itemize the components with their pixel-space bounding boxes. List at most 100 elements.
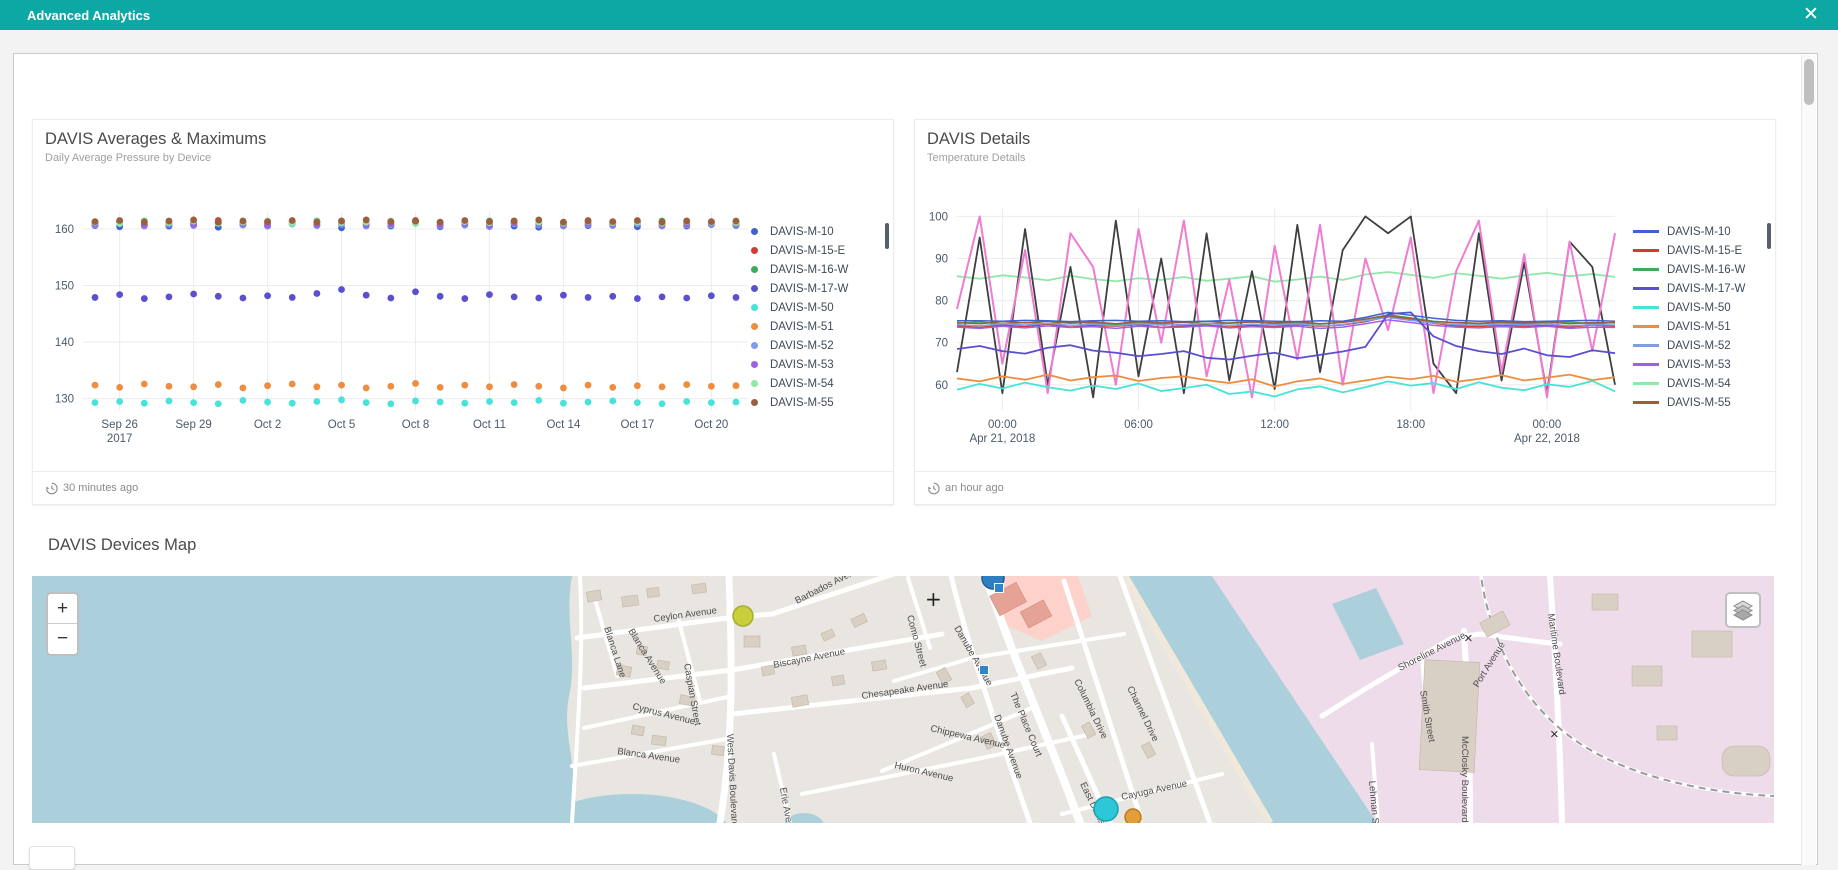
zoom-out-button[interactable]: − (48, 624, 77, 654)
svg-text:150: 150 (55, 281, 74, 293)
legend-swatch (1633, 306, 1659, 309)
device-marker-blue-square-1[interactable] (995, 584, 1004, 593)
legend-swatch (1633, 325, 1659, 328)
legend-swatch (751, 228, 758, 235)
averages-legend: DAVIS-M-10 DAVIS-M-15-E DAVIS-M-16-W DAVIS-… (751, 222, 879, 412)
legend-label: DAVIS-M-15-E (770, 245, 845, 257)
legend-label: DAVIS-M-53 (770, 359, 834, 371)
legend-item-DAVIS-M-54[interactable]: DAVIS-M-54 (1633, 374, 1761, 393)
legend-swatch (751, 323, 758, 330)
legend-item-DAVIS-M-50[interactable]: DAVIS-M-50 (751, 298, 879, 317)
legend-swatch (751, 285, 758, 292)
legend-item-DAVIS-M-50[interactable]: DAVIS-M-50 (1633, 298, 1761, 317)
details-legend: DAVIS-M-10 DAVIS-M-15-E DAVIS-M-16-W DAVIS-… (1633, 222, 1761, 412)
svg-text:60: 60 (935, 380, 948, 392)
legend-label: DAVIS-M-50 (770, 302, 834, 314)
church-cross-symbol: + (925, 587, 942, 611)
legend-label: DAVIS-M-51 (770, 321, 834, 333)
legend-scrollbar[interactable] (1767, 223, 1771, 249)
legend-label: DAVIS-M-52 (1667, 340, 1731, 352)
card-averages-footer: 30 minutes ago (33, 471, 893, 504)
svg-text:18:00: 18:00 (1396, 419, 1425, 431)
legend-label: DAVIS-M-52 (770, 340, 834, 352)
devices-map[interactable]: + × × Blanca LaneBlanca AvenueCeylon Ave… (32, 576, 1774, 823)
card-details-footer: an hour ago (915, 471, 1775, 504)
close-icon[interactable]: ✕ (1798, 2, 1824, 28)
partial-element (29, 846, 75, 870)
legend-item-DAVIS-M-10[interactable]: DAVIS-M-10 (751, 222, 879, 241)
legend-swatch (1633, 230, 1659, 233)
details-chart[interactable]: 6070809010000:00Apr 21, 201806:0012:0018… (915, 178, 1655, 470)
legend-label: DAVIS-M-51 (1667, 321, 1731, 333)
legend-swatch (1633, 401, 1659, 404)
svg-text:90: 90 (935, 254, 948, 266)
legend-swatch (751, 304, 758, 311)
svg-text:130: 130 (55, 394, 74, 406)
legend-item-DAVIS-M-15-E[interactable]: DAVIS-M-15-E (1633, 241, 1761, 260)
history-clock-icon (45, 482, 58, 495)
averages-updated: 30 minutes ago (63, 482, 138, 494)
svg-text:12:00: 12:00 (1260, 419, 1289, 431)
legend-label: DAVIS-M-16-W (1667, 264, 1745, 276)
legend-item-DAVIS-M-53[interactable]: DAVIS-M-53 (751, 355, 879, 374)
card-averages-title: DAVIS Averages & Maximums (45, 130, 266, 149)
svg-text:140: 140 (55, 337, 74, 349)
svg-text:Sep 26: Sep 26 (101, 419, 137, 431)
svg-text:70: 70 (935, 338, 948, 350)
zoom-in-button[interactable]: + (48, 594, 77, 624)
legend-item-DAVIS-M-52[interactable]: DAVIS-M-52 (1633, 336, 1761, 355)
legend-label: DAVIS-M-15-E (1667, 245, 1742, 257)
svg-text:Apr 21, 2018: Apr 21, 2018 (969, 433, 1035, 445)
card-details: DAVIS Details Temperature Details 607080… (914, 119, 1776, 505)
legend-swatch (1633, 344, 1659, 347)
legend-swatch (751, 380, 758, 387)
legend-item-DAVIS-M-55[interactable]: DAVIS-M-55 (751, 393, 879, 412)
legend-scrollbar[interactable] (885, 223, 889, 249)
device-marker-blue-square-2[interactable] (980, 666, 989, 675)
legend-swatch (751, 399, 758, 406)
device-marker-orange[interactable] (1125, 809, 1141, 823)
legend-item-DAVIS-M-10[interactable]: DAVIS-M-10 (1633, 222, 1761, 241)
legend-swatch (1633, 287, 1659, 290)
legend-item-DAVIS-M-17-W[interactable]: DAVIS-M-17-W (1633, 279, 1761, 298)
legend-label: DAVIS-M-10 (1667, 226, 1731, 238)
card-averages: DAVIS Averages & Maximums Daily Average … (32, 119, 894, 505)
legend-item-DAVIS-M-51[interactable]: DAVIS-M-51 (1633, 317, 1761, 336)
legend-label: DAVIS-M-16-W (770, 264, 848, 276)
device-marker-cyan[interactable] (1094, 797, 1118, 821)
panel-scrollbar[interactable] (1801, 55, 1816, 865)
legend-item-DAVIS-M-54[interactable]: DAVIS-M-54 (751, 374, 879, 393)
legend-item-DAVIS-M-16-W[interactable]: DAVIS-M-16-W (751, 260, 879, 279)
legend-item-DAVIS-M-15-E[interactable]: DAVIS-M-15-E (751, 241, 879, 260)
legend-item-DAVIS-M-16-W[interactable]: DAVIS-M-16-W (1633, 260, 1761, 279)
legend-swatch (751, 266, 758, 273)
legend-swatch (1633, 363, 1659, 366)
legend-swatch (1633, 382, 1659, 385)
legend-item-DAVIS-M-51[interactable]: DAVIS-M-51 (751, 317, 879, 336)
legend-item-DAVIS-M-53[interactable]: DAVIS-M-53 (1633, 355, 1761, 374)
legend-label: DAVIS-M-55 (1667, 397, 1731, 409)
svg-text:06:00: 06:00 (1124, 419, 1153, 431)
svg-text:100: 100 (929, 211, 948, 223)
legend-label: DAVIS-M-55 (770, 397, 834, 409)
legend-label: DAVIS-M-17-W (770, 283, 848, 295)
panel-scroll-thumb[interactable] (1804, 59, 1814, 105)
map-water-left (32, 576, 574, 823)
svg-text:00:00: 00:00 (1533, 419, 1562, 431)
rail-crossing-symbol: × (1550, 726, 1559, 743)
averages-chart[interactable]: 130140150160Sep 262017Sep 29Oct 2Oct 5Oc… (33, 178, 773, 470)
legend-item-DAVIS-M-52[interactable]: DAVIS-M-52 (751, 336, 879, 355)
svg-text:Oct 14: Oct 14 (546, 419, 580, 431)
layers-icon (1732, 599, 1754, 621)
legend-label: DAVIS-M-54 (1667, 378, 1731, 390)
history-clock-icon (927, 482, 940, 495)
legend-swatch (1633, 249, 1659, 252)
legend-item-DAVIS-M-55[interactable]: DAVIS-M-55 (1633, 393, 1761, 412)
device-marker-yellow[interactable] (733, 606, 753, 626)
legend-label: DAVIS-M-50 (1667, 302, 1731, 314)
svg-text:Oct 2: Oct 2 (254, 419, 281, 431)
legend-item-DAVIS-M-17-W[interactable]: DAVIS-M-17-W (751, 279, 879, 298)
map-layers-control[interactable] (1725, 592, 1761, 628)
map-canvas[interactable]: + × × Blanca LaneBlanca AvenueCeylon Ave… (32, 576, 1774, 823)
legend-label: DAVIS-M-10 (770, 226, 834, 238)
